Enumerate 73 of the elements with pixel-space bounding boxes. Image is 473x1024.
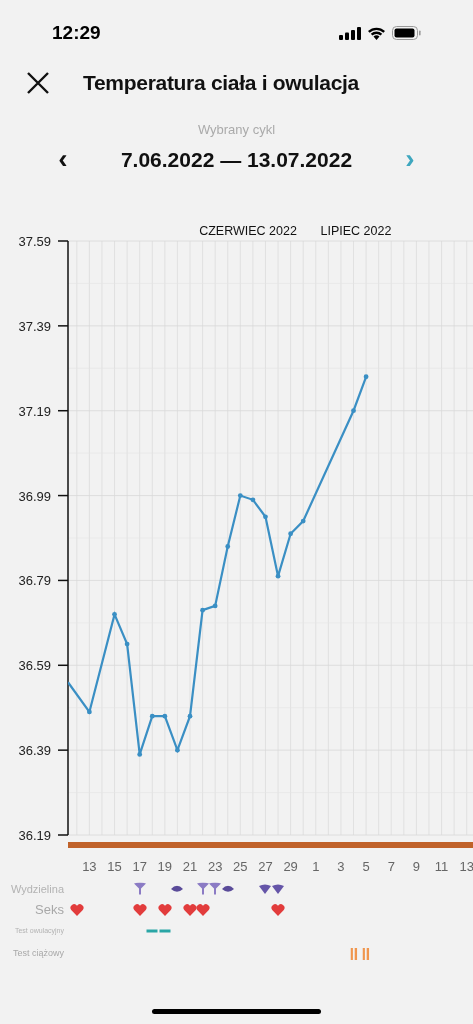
temperature-point <box>149 713 155 719</box>
y-tick-label: 37.59 <box>18 234 51 249</box>
x-tick-label: 1 <box>312 859 320 874</box>
battery-icon <box>392 26 421 40</box>
close-button[interactable] <box>26 71 50 95</box>
y-tick-label: 36.99 <box>18 488 51 504</box>
previous-cycle-button[interactable]: ‹ <box>55 145 71 174</box>
drop-icon <box>272 884 285 894</box>
month-label: CZERWIEC 2022 <box>199 224 297 238</box>
temperature-point <box>124 641 130 647</box>
drop-icon <box>259 884 272 894</box>
temperature-point <box>175 747 180 753</box>
x-tick-label: 15 <box>107 859 122 874</box>
temperature-point <box>263 514 268 520</box>
temperature-point <box>162 713 168 719</box>
temperature-point <box>300 518 306 524</box>
x-tick-label: 9 <box>412 859 420 874</box>
x-tick-label: 7 <box>387 859 395 874</box>
row-label: Test ciążowy <box>12 947 64 961</box>
y-tick-label: 36.19 <box>18 828 51 843</box>
y-tick-label: 36.59 <box>18 658 51 674</box>
close-icon <box>26 71 50 95</box>
x-tick-label: 11 <box>434 859 449 874</box>
lens-icon <box>171 885 184 893</box>
x-tick-label: 5 <box>362 859 370 874</box>
status-time: 12:29 <box>52 20 101 45</box>
temperature-point <box>112 611 117 617</box>
lens-icon <box>221 885 234 893</box>
temperature-point <box>275 573 281 579</box>
funnel-icon <box>196 882 209 896</box>
temperature-point <box>212 603 218 609</box>
temperature-point <box>87 709 92 715</box>
temperature-point <box>187 713 193 719</box>
row-label: Seks <box>35 901 64 920</box>
funnel-icon <box>133 882 146 896</box>
x-tick-label: 29 <box>283 859 298 874</box>
x-tick-label: 21 <box>182 859 198 874</box>
test-strip-icon <box>362 948 370 960</box>
signal-icon <box>339 26 361 40</box>
heart-icon <box>195 904 210 916</box>
x-tick-label: 23 <box>207 859 223 874</box>
x-tick-label: 3 <box>337 859 345 874</box>
y-tick-label: 36.79 <box>18 573 51 589</box>
x-tick-label: 13 <box>82 859 97 874</box>
cycle-caption: Wybrany cykl <box>196 121 277 139</box>
temperature-point <box>137 752 143 757</box>
temperature-point <box>237 493 243 498</box>
y-tick-label: 37.39 <box>18 318 51 334</box>
temperature-point <box>351 408 356 414</box>
x-tick-label: 13 <box>459 859 473 874</box>
funnel-icon <box>209 882 222 896</box>
x-tick-label: 25 <box>233 859 248 874</box>
screen-title: Temperatura ciała i owulacja <box>83 70 359 97</box>
wifi-icon <box>367 26 386 40</box>
heart-icon <box>132 904 147 916</box>
temperature-point <box>288 531 293 537</box>
y-tick-label: 36.39 <box>18 743 51 759</box>
cycle-range: 7.06.2022 — 13.07.2022 <box>120 146 353 173</box>
temperature-point <box>363 374 369 380</box>
x-tick-label: 17 <box>132 859 147 874</box>
heart-icon <box>271 904 286 916</box>
temperature-point <box>200 607 205 613</box>
x-tick-label: 19 <box>157 859 173 874</box>
temperature-point <box>225 544 231 549</box>
heart-icon <box>157 904 172 916</box>
heart-icon <box>183 904 197 916</box>
temperature-point <box>250 497 256 503</box>
x-tick-label: 27 <box>258 859 273 874</box>
heart-icon <box>69 904 84 916</box>
month-label: LIPIEC 2022 <box>320 224 392 238</box>
row-label: Wydzielina <box>10 881 64 897</box>
test-strip-icon <box>350 948 357 960</box>
y-tick-label: 37.19 <box>18 403 51 419</box>
